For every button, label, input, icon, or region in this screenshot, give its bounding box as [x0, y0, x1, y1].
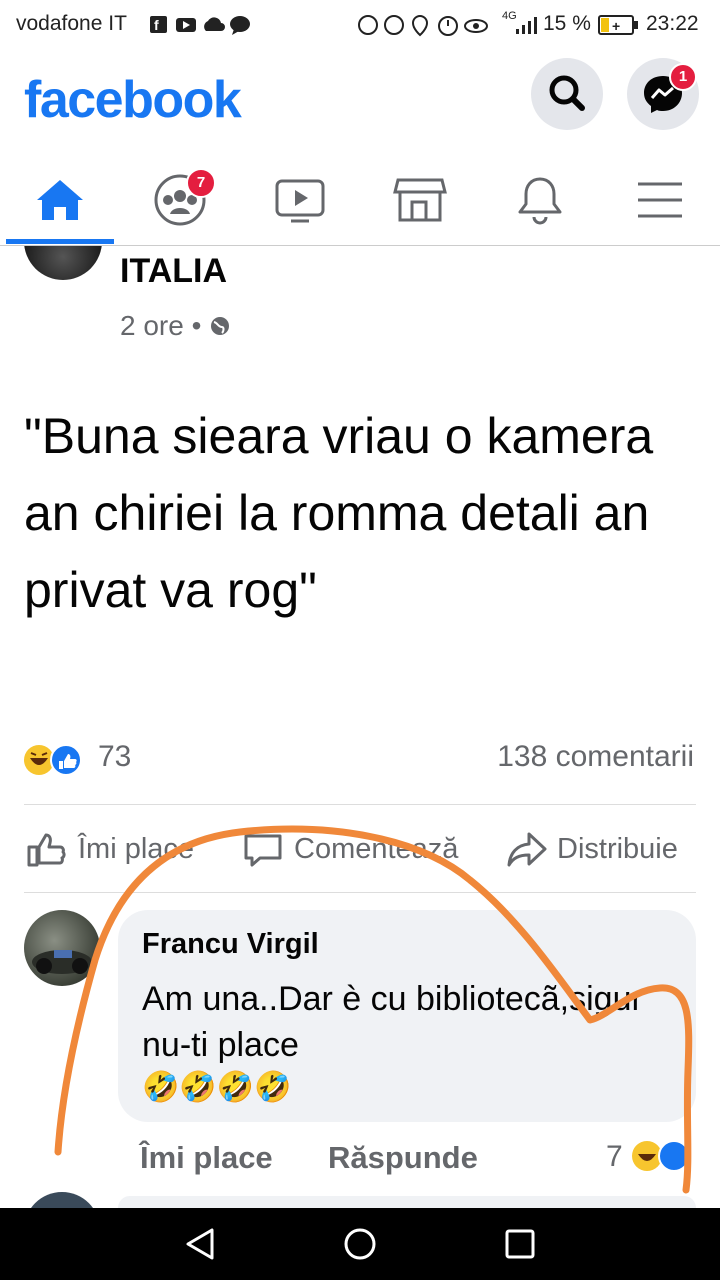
- status-bar: vodafone IT f 4G 15 % + 23:22: [0, 0, 720, 50]
- svg-text:f: f: [154, 17, 159, 33]
- recents-icon[interactable]: [502, 1226, 538, 1262]
- comment-reaction-icons: [632, 1140, 690, 1172]
- share-button[interactable]: Distribuie: [505, 830, 678, 868]
- post-author[interactable]: ITALIA: [120, 252, 227, 291]
- share-icon: [507, 832, 547, 867]
- menu-icon: [638, 182, 682, 218]
- comment-emojis: 🤣🤣🤣🤣: [142, 1071, 292, 1104]
- tab-marketplace[interactable]: [372, 160, 468, 240]
- active-tab-indicator: [6, 239, 114, 244]
- post-meta: 2 ore •: [120, 310, 231, 342]
- home-circle-icon[interactable]: [342, 1226, 378, 1262]
- comment-like-button[interactable]: Îmi place: [140, 1140, 273, 1176]
- like-icon: [27, 833, 66, 867]
- reactions-count[interactable]: 73: [98, 740, 131, 774]
- tab-watch[interactable]: [252, 160, 348, 240]
- groups-badge: 7: [186, 168, 216, 198]
- globe-icon: [211, 317, 230, 335]
- comment-reactions-count[interactable]: 7: [606, 1140, 623, 1174]
- carrier-name: vodafone IT: [16, 12, 127, 35]
- comments-count[interactable]: 138 comentarii: [497, 740, 694, 774]
- commenter-avatar[interactable]: [24, 910, 100, 986]
- divider: [24, 804, 696, 805]
- post-body: "Buna sieara vriau o kamera an chiriei l…: [24, 408, 654, 618]
- comment-button[interactable]: Comentează: [242, 830, 458, 868]
- reaction-icons: [24, 744, 82, 776]
- battery-percent: 15 %: [543, 12, 591, 35]
- signal-icon: [516, 17, 537, 34]
- tab-menu[interactable]: [612, 160, 708, 240]
- tab-notifications[interactable]: [492, 160, 588, 240]
- post-author-avatar[interactable]: [24, 246, 102, 280]
- notification-icons: f: [150, 16, 250, 35]
- next-commenter-avatar[interactable]: [24, 1192, 100, 1208]
- tabs-divider: [0, 245, 720, 246]
- battery-icon: +: [598, 15, 638, 35]
- facebook-logo[interactable]: facebook: [24, 70, 242, 130]
- clock: 23:22: [646, 12, 699, 35]
- next-comment-bubble: [118, 1196, 696, 1208]
- marketplace-icon: [393, 178, 447, 222]
- like-button[interactable]: Îmi place: [26, 830, 194, 868]
- tab-groups[interactable]: [132, 160, 228, 240]
- commenter-name[interactable]: Francu Virgil: [142, 928, 319, 961]
- comment-text: Am una..Dar è cu bibliotecã,sigur nu-ti …: [142, 980, 643, 1064]
- status-icons: [358, 14, 488, 37]
- bell-icon: [518, 177, 562, 225]
- video-icon: [275, 179, 325, 223]
- home-icon: [37, 180, 83, 220]
- comment-icon: [244, 834, 282, 867]
- divider: [24, 892, 696, 893]
- comment-reply-button[interactable]: Răspunde: [328, 1140, 478, 1176]
- search-icon: [549, 75, 585, 111]
- system-nav-bar: [0, 1208, 720, 1280]
- svg-text:+: +: [612, 18, 620, 34]
- tab-home[interactable]: [12, 160, 108, 240]
- messenger-badge: 1: [669, 63, 697, 91]
- like-label: Îmi place: [78, 832, 195, 865]
- comment-label: Comentează: [294, 832, 459, 865]
- search-button[interactable]: [531, 58, 603, 130]
- post-time[interactable]: 2 ore: [120, 310, 184, 341]
- back-icon[interactable]: [182, 1226, 218, 1262]
- share-label: Distribuie: [557, 832, 678, 865]
- meta-separator: •: [183, 310, 210, 341]
